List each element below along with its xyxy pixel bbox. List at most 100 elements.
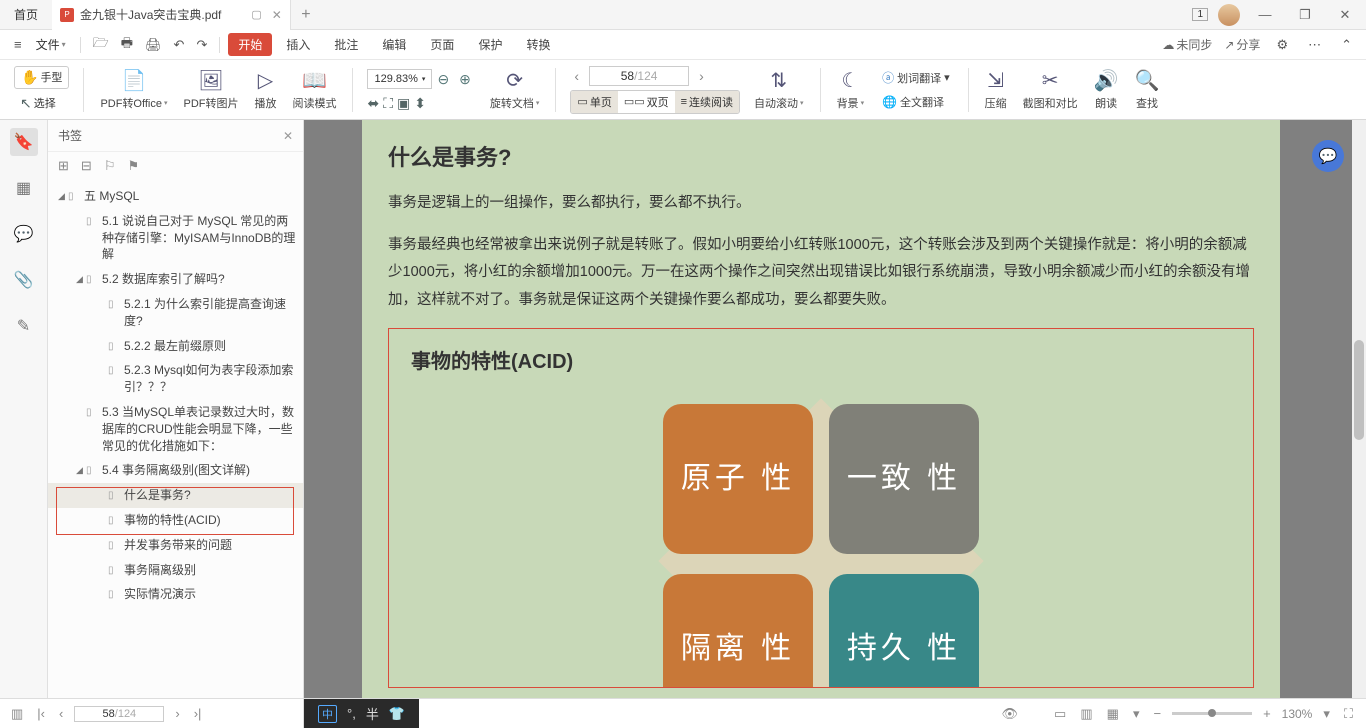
fit-height-icon[interactable]: ⬍	[414, 95, 426, 112]
next-page-icon[interactable]: ›	[695, 68, 708, 84]
zoom-out-icon[interactable]: ⊖	[432, 68, 454, 91]
zoom-value[interactable]: 129.83%▾	[367, 69, 432, 89]
bm-add-icon[interactable]: ⊞	[58, 158, 69, 174]
tab-close-icon[interactable]: ✕	[272, 8, 282, 22]
tab-restore-icon[interactable]: ▢	[251, 8, 261, 21]
collapse-ribbon-icon[interactable]: ⌃	[1337, 37, 1356, 53]
save-icon[interactable]: 🖶	[117, 34, 137, 56]
hand-tool[interactable]: ✋手型	[14, 66, 69, 89]
eye-mode-icon[interactable]: 👁	[999, 706, 1022, 722]
bookmark-item[interactable]: ◢▯五 MySQL	[48, 184, 303, 209]
comment-rail-icon[interactable]: 💬	[10, 220, 38, 248]
hamburger-icon[interactable]: ≡	[10, 37, 26, 52]
assistant-float-button[interactable]: 💬	[1312, 140, 1344, 172]
open-icon[interactable]: 🗁	[89, 34, 113, 56]
layout-menu-icon[interactable]: ▾	[1130, 706, 1143, 722]
doc-scrollbar[interactable]	[1352, 120, 1366, 728]
word-translate-button[interactable]: ⓐ划词翻译▾	[878, 67, 954, 88]
bookmark-item[interactable]: ▯5.3 当MySQL单表记录数过大时，数据库的CRUD性能会明显下降，一些常见…	[48, 400, 303, 458]
maximize-button[interactable]: ❐	[1290, 7, 1320, 23]
read-aloud-button[interactable]: 🔊朗读	[1088, 68, 1125, 111]
bookmark-item[interactable]: ◢▯5.2 数据库索引了解吗?	[48, 267, 303, 292]
bm-remove-icon[interactable]: ⊟	[81, 158, 92, 174]
ime-punct[interactable]: °,	[347, 706, 356, 721]
more-icon[interactable]: ⋯	[1304, 37, 1325, 53]
document-tab[interactable]: P 金九银十Java突击宝典.pdf ▢ ✕	[52, 0, 291, 30]
window-count-badge[interactable]: 1	[1192, 8, 1208, 21]
layout2-icon[interactable]: ▥	[1077, 706, 1095, 722]
next-page-status-icon[interactable]: ›	[172, 706, 182, 721]
sync-status[interactable]: 未同步	[1162, 36, 1212, 53]
bm-flag2-icon[interactable]: ⚑	[127, 158, 139, 174]
actual-size-icon[interactable]: ▣	[397, 95, 410, 112]
zoom-slider[interactable]	[1172, 712, 1252, 715]
full-translate-button[interactable]: 🌐全文翻译	[878, 92, 948, 112]
ime-skin-icon[interactable]: 👕	[389, 706, 405, 722]
menu-annotate[interactable]: 批注	[324, 36, 368, 53]
bookmark-item[interactable]: ▯事务隔离级别	[48, 558, 303, 583]
continuous-button[interactable]: ≡ 连续阅读	[675, 91, 739, 113]
bookmark-item[interactable]: ▯并发事务带来的问题	[48, 533, 303, 558]
screenshot-compare-button[interactable]: ✂截图和对比	[1017, 68, 1084, 111]
menu-page[interactable]: 页面	[420, 36, 464, 53]
menu-edit[interactable]: 编辑	[372, 36, 416, 53]
minimize-button[interactable]: —	[1250, 7, 1280, 22]
settings-icon[interactable]: ⚙	[1272, 37, 1292, 53]
bookmark-item[interactable]: ▯什么是事务?	[48, 483, 303, 508]
single-page-button[interactable]: ▭ 单页	[571, 91, 617, 113]
ime-bar[interactable]: 中 °, 半 👕	[304, 699, 419, 728]
menu-insert[interactable]: 插入	[276, 36, 320, 53]
bookmark-tree[interactable]: ◢▯五 MySQL▯5.1 说说自己对于 MySQL 常见的两种存储引擎：MyI…	[48, 180, 303, 728]
play-button[interactable]: ▷播放	[248, 68, 282, 111]
start-menu[interactable]: 开始	[228, 33, 272, 56]
zoom-in-icon[interactable]: ⊕	[454, 68, 476, 91]
user-avatar[interactable]	[1218, 4, 1240, 26]
compress-button[interactable]: ⇲压缩	[979, 68, 1013, 111]
rotate-doc-button[interactable]: ⟳旋转文档▾	[484, 68, 546, 111]
bookmark-item[interactable]: ▯事物的特性(ACID)	[48, 508, 303, 533]
ime-mode[interactable]: 中	[318, 705, 337, 723]
close-window-button[interactable]: ✕	[1330, 7, 1360, 23]
read-mode-button[interactable]: 📖阅读模式	[286, 68, 342, 111]
bookmark-item[interactable]: ▯5.2.1 为什么索引能提高查询速度?	[48, 292, 303, 334]
bookmark-item[interactable]: ▯5.1 说说自己对于 MySQL 常见的两种存储引擎：MyISAM与InnoD…	[48, 209, 303, 267]
print-icon[interactable]: 🖨	[141, 37, 166, 53]
prev-page-status-icon[interactable]: ‹	[56, 706, 66, 721]
status-page-input[interactable]: 58/124	[74, 706, 164, 722]
zoom-menu-icon[interactable]: ▾	[1320, 706, 1333, 722]
ime-width[interactable]: 半	[366, 704, 379, 723]
undo-icon[interactable]: ↶	[170, 37, 189, 53]
zoom-percent[interactable]: 130%	[1282, 707, 1313, 721]
zoom-in-status-icon[interactable]: +	[1260, 706, 1274, 721]
bookmark-rail-icon[interactable]: 🔖	[10, 128, 38, 156]
fit-page-icon[interactable]: ⛶	[383, 95, 393, 112]
bookmark-item[interactable]: ▯实际情况演示	[48, 582, 303, 607]
layout3-icon[interactable]: ▦	[1104, 706, 1122, 722]
bookmark-item[interactable]: ◢▯5.4 事务隔离级别(图文详解)	[48, 458, 303, 483]
document-view[interactable]: 什么是事务? 事务是逻辑上的一组操作，要么都执行，要么都不执行。 事务最经典也经…	[304, 120, 1366, 728]
bookmark-close-icon[interactable]: ✕	[283, 129, 293, 143]
new-tab-button[interactable]: +	[291, 6, 321, 24]
menu-protect[interactable]: 保护	[468, 36, 512, 53]
home-tab[interactable]: 首页	[0, 0, 52, 30]
file-menu[interactable]: 文件▾	[30, 36, 72, 53]
pdf-to-image-button[interactable]: 🖼PDF转图片	[177, 68, 244, 111]
find-button[interactable]: 🔍查找	[1129, 68, 1166, 111]
redo-icon[interactable]: ↷	[192, 37, 211, 53]
share-button[interactable]: 分享	[1224, 36, 1260, 53]
bookmark-item[interactable]: ▯5.2.2 最左前缀原则	[48, 334, 303, 359]
bookmark-item[interactable]: ▯5.2.3 Mysql如何为表字段添加索引？？？	[48, 358, 303, 400]
select-tool[interactable]: ↖选择	[14, 93, 62, 114]
attachment-rail-icon[interactable]: 📎	[10, 266, 38, 294]
edit-rail-icon[interactable]: ✎	[10, 312, 38, 340]
prev-page-icon[interactable]: ‹	[570, 68, 583, 84]
zoom-out-status-icon[interactable]: −	[1150, 706, 1164, 721]
last-page-icon[interactable]: ›|	[191, 706, 205, 721]
layout1-icon[interactable]: ▭	[1051, 706, 1069, 722]
auto-scroll-button[interactable]: ⇅自动滚动▾	[748, 68, 810, 111]
double-page-button[interactable]: ▭▭ 双页	[618, 91, 675, 113]
menu-convert[interactable]: 转换	[516, 36, 560, 53]
page-number-input[interactable]: 58/124	[589, 66, 689, 86]
bm-flag-icon[interactable]: ⚐	[104, 158, 116, 174]
background-button[interactable]: ☾背景▾	[831, 68, 871, 111]
